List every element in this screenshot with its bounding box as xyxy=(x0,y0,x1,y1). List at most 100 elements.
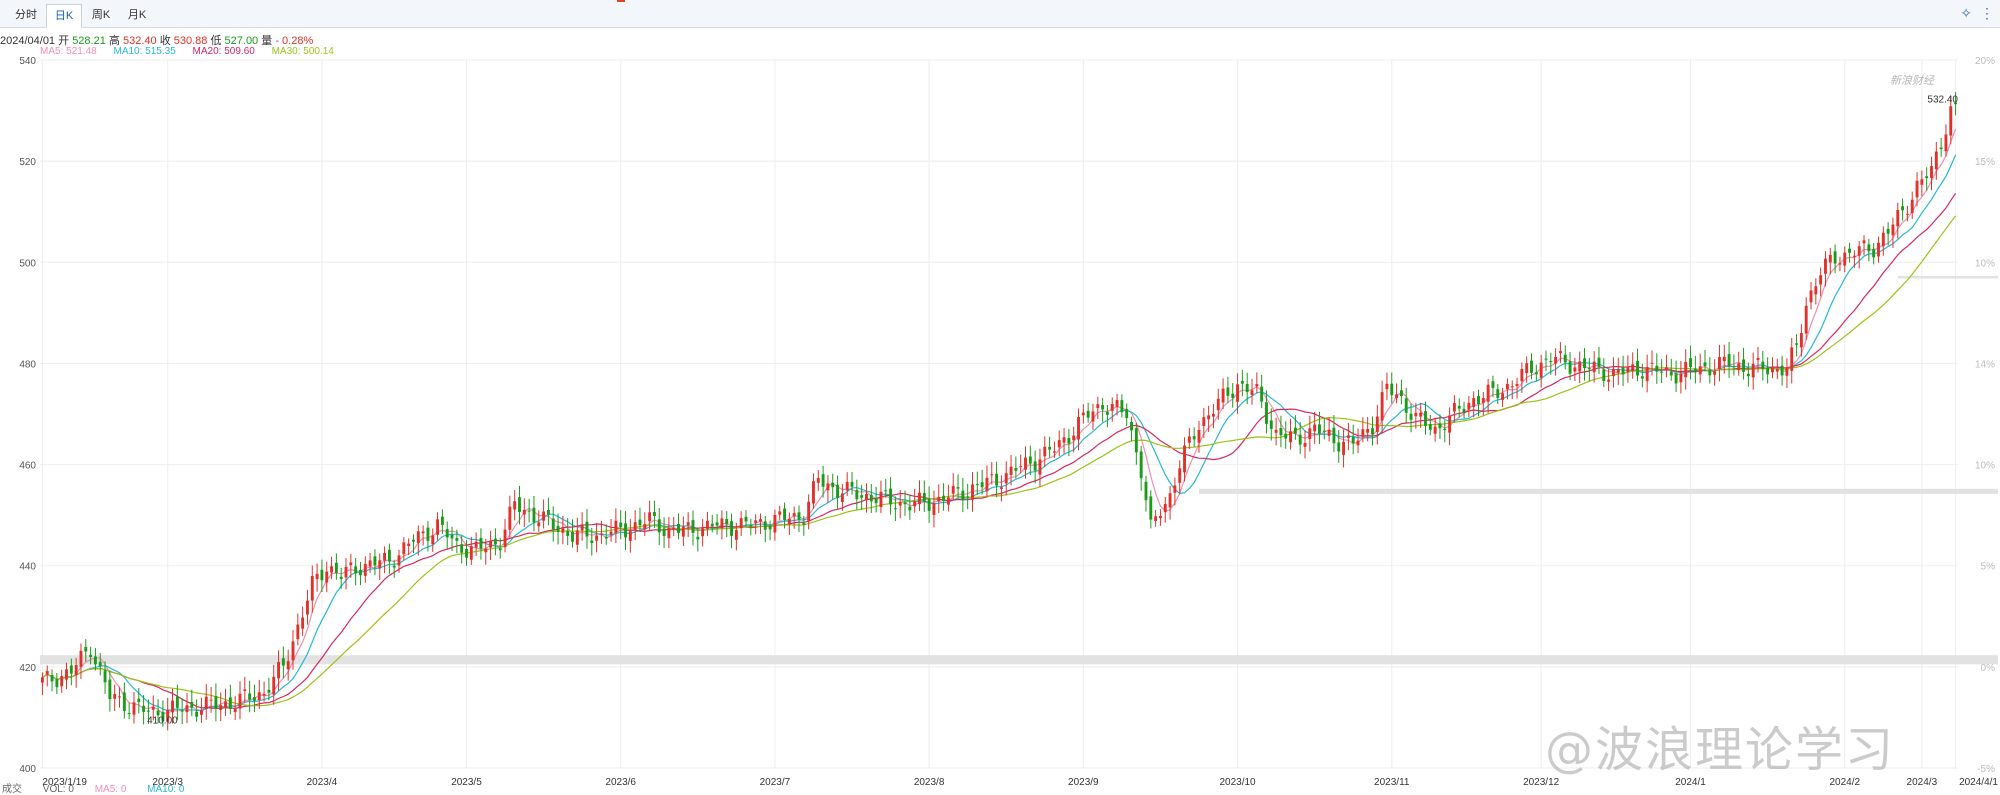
candle-body xyxy=(1501,393,1505,400)
candle-body xyxy=(561,528,565,533)
y-tick-label: 540 xyxy=(19,56,36,67)
candle-body xyxy=(1419,412,1423,417)
candle-body xyxy=(127,713,131,715)
candle-body xyxy=(691,520,695,533)
candle-body xyxy=(1722,356,1726,362)
volume-ma10: MA10: 0 xyxy=(147,784,185,795)
candle-body xyxy=(151,706,155,710)
candle-body xyxy=(802,523,806,525)
candle-body xyxy=(1072,435,1076,441)
candle-body xyxy=(865,493,868,501)
candle-body xyxy=(571,531,574,542)
candle-body xyxy=(1443,428,1447,430)
candle-body xyxy=(1881,232,1885,247)
candle-body xyxy=(286,661,290,670)
candle-body xyxy=(1293,427,1297,434)
candle-body xyxy=(1395,394,1399,399)
candle-body xyxy=(1790,347,1794,371)
candle-body xyxy=(725,518,729,525)
candle-body xyxy=(79,650,83,667)
candle-body xyxy=(1650,362,1654,364)
candle-body xyxy=(1901,206,1905,211)
candle-body xyxy=(1718,357,1721,369)
candle-body xyxy=(243,689,247,691)
candle-body xyxy=(1043,446,1047,457)
candle-body xyxy=(1645,366,1649,382)
candle-body xyxy=(1539,362,1543,378)
candle-body xyxy=(1115,400,1119,407)
candle-body xyxy=(1163,504,1167,513)
candle-body xyxy=(339,576,343,579)
candle-body xyxy=(614,520,618,534)
candle-body xyxy=(778,511,782,515)
candle-body xyxy=(1689,358,1692,367)
candle-body xyxy=(590,540,594,544)
candle-body xyxy=(1558,351,1562,354)
candle-body xyxy=(1399,390,1403,397)
candle-body xyxy=(1236,384,1239,402)
candle-body xyxy=(1852,255,1856,257)
candle-body xyxy=(257,692,261,700)
pct-tick-label: -5% xyxy=(1977,764,1995,775)
candle-body xyxy=(1375,416,1379,433)
candle-body xyxy=(1554,356,1558,364)
sina-finance-logo: 新浪财经 xyxy=(1890,75,1934,87)
candle-body xyxy=(1910,199,1914,214)
candle-body xyxy=(1052,451,1056,453)
candle-body xyxy=(1101,405,1105,410)
candle-body xyxy=(69,665,73,674)
candle-body xyxy=(836,484,840,499)
candle-body xyxy=(378,560,382,569)
candle-body xyxy=(1221,388,1225,403)
candle-body xyxy=(1925,176,1929,179)
candle-body xyxy=(518,497,521,513)
candle-body xyxy=(749,525,753,527)
candle-body xyxy=(643,524,647,530)
candle-body xyxy=(1192,436,1196,440)
candle-body xyxy=(532,507,536,523)
candle-body xyxy=(1799,332,1803,348)
candle-body xyxy=(1245,384,1249,393)
candle-body xyxy=(1414,412,1418,417)
candle-body xyxy=(1674,373,1678,384)
candle-body xyxy=(730,521,733,536)
candle-body xyxy=(296,624,300,640)
candle-body xyxy=(1231,393,1235,398)
candle-body xyxy=(701,528,705,537)
candle-body xyxy=(1424,411,1427,426)
candle-body xyxy=(1197,429,1201,443)
kline-chart[interactable]: 540 20% 520 15% 500 10% 480 14% 460 10% 440 5% 420 0%… xyxy=(0,0,2000,795)
candle-body xyxy=(1187,436,1191,443)
volume-ma5: MA5: 0 xyxy=(94,784,127,795)
y-tick-label: 460 xyxy=(19,461,36,472)
candle-body xyxy=(946,497,950,505)
candle-body xyxy=(426,527,430,541)
candle-body xyxy=(1949,106,1953,136)
candle-body xyxy=(927,498,931,511)
candle-body xyxy=(228,697,232,709)
candle-body xyxy=(1616,369,1620,373)
candle-body xyxy=(1693,368,1697,373)
candle-body xyxy=(1597,357,1601,367)
candle-body xyxy=(898,501,902,506)
candle-body xyxy=(392,565,396,568)
candle-body xyxy=(142,705,146,712)
candle-body xyxy=(412,539,415,542)
x-tick-label: 2023/7 xyxy=(760,777,791,788)
candle-body xyxy=(869,494,873,502)
candle-body xyxy=(1761,361,1765,370)
candle-body xyxy=(1544,358,1548,360)
candle-body xyxy=(383,552,387,561)
candle-body xyxy=(913,501,917,507)
candle-body xyxy=(855,489,859,500)
candle-body xyxy=(1713,371,1717,375)
candle-body xyxy=(1660,371,1664,373)
candle-body xyxy=(1896,210,1900,227)
candle-body xyxy=(1380,392,1384,421)
candle-body xyxy=(686,522,690,526)
candle-body xyxy=(1505,383,1509,390)
candle-body xyxy=(624,523,627,538)
candle-body xyxy=(1216,398,1220,411)
candle-body xyxy=(893,508,897,510)
candle-body xyxy=(171,700,174,713)
